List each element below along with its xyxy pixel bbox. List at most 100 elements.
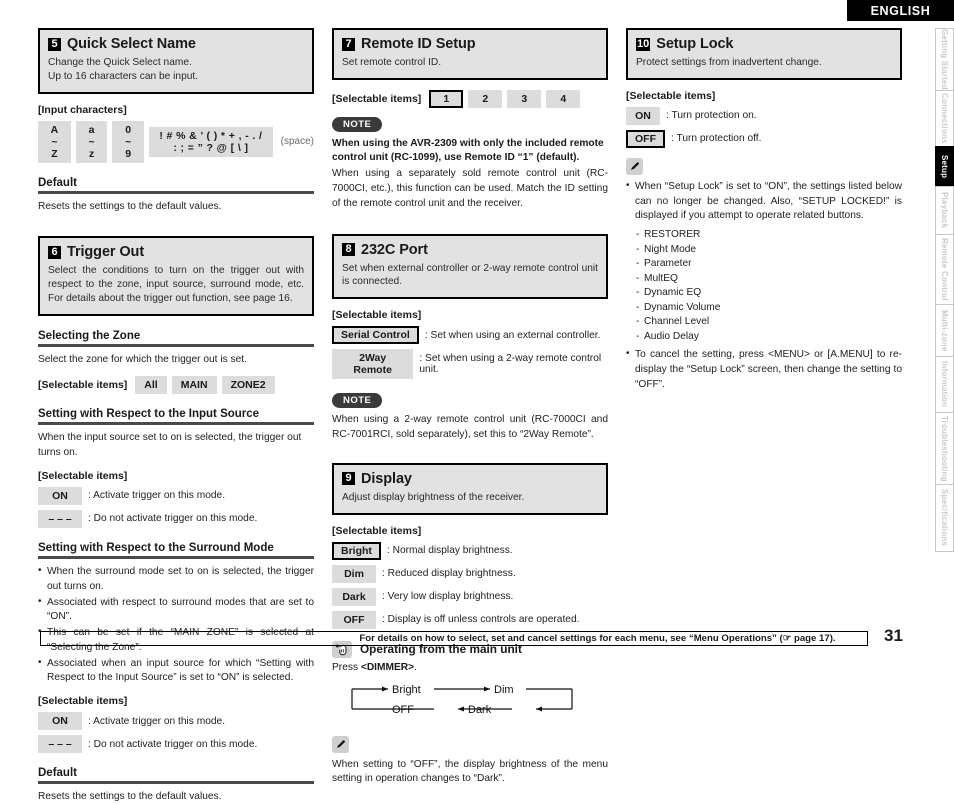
- zone-chip-main[interactable]: MAIN: [171, 376, 217, 395]
- char-chip-uppercase[interactable]: A ~ Z: [38, 120, 71, 163]
- remote-id-chip-3[interactable]: 3: [507, 89, 542, 108]
- list-item: Audio Delay: [636, 330, 902, 345]
- option-chip[interactable]: Dark: [332, 587, 376, 606]
- option-chip[interactable]: – – –: [38, 509, 82, 528]
- selecting-zone-text: Select the zone for which the trigger ou…: [38, 353, 247, 365]
- list-item: RESTORER: [636, 228, 902, 243]
- cycle-label-bright: Bright: [392, 684, 421, 696]
- surround-selectable-label: [Selectable items]: [38, 695, 128, 708]
- option-description: : Do not activate trigger on this mode.: [88, 513, 258, 525]
- tab-specifications[interactable]: Specifications: [935, 484, 954, 552]
- remote-id-chip-2[interactable]: 2: [468, 89, 503, 108]
- cycle-label-dark: Dark: [468, 704, 492, 716]
- section-heading: Display: [361, 470, 412, 487]
- press-suffix: .: [414, 661, 417, 673]
- display-memo-text: When setting to “OFF”, the display brigh…: [332, 758, 608, 785]
- description-line-2: Up to 16 characters can be input.: [48, 70, 199, 82]
- option-chip[interactable]: – – –: [38, 735, 82, 754]
- list-item: To cancel the setting, press <MENU> or […: [626, 347, 902, 392]
- section-title-row: 5 Quick Select Name: [48, 36, 304, 52]
- list-item: Associated when an input source for whic…: [38, 656, 314, 687]
- option-description: : Set when using a 2-way remote control …: [419, 353, 602, 376]
- setup-lock-cancel-note: To cancel the setting, press <MENU> or […: [626, 347, 902, 392]
- tab-label: Troubleshooting: [940, 415, 949, 482]
- setup-lock-locked-settings: RESTORER Night Mode Parameter MultEQ Dyn…: [626, 228, 902, 344]
- setup-lock-option-off: OFF : Turn protection off.: [626, 129, 902, 148]
- section-232c-port: 8 232C Port Set when external controller…: [332, 233, 608, 300]
- tab-remote-control[interactable]: Remote Control: [935, 234, 954, 304]
- port-note-body: When using a 2-way remote control unit (…: [332, 414, 608, 440]
- input-characters-row: A ~ Z a ~ z 0 ~ 9 ! # % & ’ ( ) * + , - …: [38, 120, 314, 163]
- char-chip-symbols[interactable]: ! # % & ’ ( ) * + , - . / : ; = ” ? @ [ …: [149, 126, 273, 157]
- section-title-row: 6 Trigger Out: [48, 244, 304, 260]
- tab-setup[interactable]: Setup: [935, 146, 954, 186]
- section-description: Change the Quick Select name. Up to 16 c…: [48, 56, 304, 84]
- list-item: When the surround mode set to on is sele…: [38, 564, 314, 595]
- memo-pencil-icon: [332, 735, 349, 753]
- trigger-out-default-text: Resets the settings to the default value…: [38, 791, 222, 803]
- column-right: 10 Setup Lock Protect settings from inad…: [626, 28, 912, 618]
- remote-id-chip-1[interactable]: 1: [429, 89, 464, 108]
- remote-id-note-bold: When using the AVR-2309 with only the in…: [332, 137, 604, 164]
- tab-getting-started[interactable]: Getting Started: [935, 28, 954, 90]
- surround-mode-heading: Setting with Respect to the Surround Mod…: [38, 542, 314, 559]
- option-description: : Normal display brightness.: [386, 545, 513, 557]
- option-chip[interactable]: OFF: [626, 129, 665, 148]
- manual-page: ENGLISH 5 Quick Select Name Change the Q…: [0, 0, 954, 802]
- input-source-option-on: ON : Activate trigger on this mode.: [38, 486, 314, 505]
- tab-connections[interactable]: Connections: [935, 90, 954, 146]
- option-chip[interactable]: 2Way Remote: [332, 349, 414, 380]
- tab-information[interactable]: Information: [935, 356, 954, 412]
- tab-label: Getting Started: [940, 29, 949, 90]
- section-heading: Remote ID Setup: [361, 36, 476, 52]
- surround-mode-bullets: When the surround mode set to on is sele…: [38, 564, 314, 687]
- list-item: Parameter: [636, 257, 902, 272]
- input-source-option-off: – – – : Do not activate trigger on this …: [38, 509, 314, 528]
- column-middle: 7 Remote ID Setup Set remote control ID.…: [332, 28, 618, 784]
- char-chip-lowercase[interactable]: a ~ z: [75, 120, 108, 163]
- display-option-dim: Dim : Reduced display brightness.: [332, 564, 608, 583]
- option-description: : Turn protection off.: [671, 133, 762, 145]
- option-chip[interactable]: Bright: [332, 541, 381, 560]
- space-note: (space): [280, 136, 314, 148]
- option-chip[interactable]: OFF: [332, 610, 376, 629]
- option-chip[interactable]: ON: [38, 486, 82, 505]
- option-description: : Display is off unless controls are ope…: [382, 614, 580, 626]
- display-option-bright: Bright : Normal display brightness.: [332, 541, 608, 560]
- tab-troubleshooting[interactable]: Troubleshooting: [935, 412, 954, 484]
- setup-lock-selectable-label: [Selectable items]: [626, 89, 716, 102]
- press-dimmer-line: Press <DIMMER>.: [332, 662, 608, 673]
- tab-label: Information: [940, 361, 949, 408]
- zone-chip-zone2[interactable]: ZONE2: [221, 376, 275, 395]
- zone-chip-all[interactable]: All: [135, 376, 167, 395]
- option-chip[interactable]: ON: [38, 712, 82, 731]
- dimmer-button-name: <DIMMER>: [360, 661, 415, 673]
- footer-note: For details on how to select, set and ca…: [359, 633, 836, 644]
- tab-label: Setup: [940, 154, 949, 179]
- option-chip[interactable]: ON: [626, 106, 660, 125]
- remote-id-chip-4[interactable]: 4: [546, 89, 581, 108]
- section-description: Protect settings from inadvertent change…: [636, 57, 822, 68]
- input-characters-label: [Input characters]: [38, 103, 127, 116]
- option-description: : Activate trigger on this mode.: [88, 715, 226, 727]
- list-item: Night Mode: [636, 243, 902, 258]
- port-selectable-label: [Selectable items]: [332, 309, 422, 322]
- char-chip-digits[interactable]: 0 ~ 9: [112, 120, 145, 163]
- setup-lock-memo-list: When “Setup Lock” is set to “ON”, the se…: [626, 179, 902, 224]
- tab-playback[interactable]: Playback: [935, 186, 954, 234]
- input-source-selectable-label: [Selectable items]: [38, 469, 128, 482]
- option-chip[interactable]: Dim: [332, 564, 376, 583]
- section-trigger-out: 6 Trigger Out Select the conditions to t…: [38, 236, 314, 316]
- section-display: 9 Display Adjust display brightness of t…: [332, 462, 608, 515]
- section-heading: Quick Select Name: [67, 36, 196, 52]
- input-source-text: When the input source set to on is selec…: [38, 432, 302, 459]
- section-quick-select-name: 5 Quick Select Name Change the Quick Sel…: [38, 28, 314, 94]
- tab-multi-zone[interactable]: Multi-zone: [935, 304, 954, 356]
- section-description: Set when external controller or 2-way re…: [342, 262, 598, 288]
- option-chip[interactable]: Serial Control: [332, 326, 419, 345]
- content-columns: 5 Quick Select Name Change the Quick Sel…: [38, 28, 922, 802]
- setup-lock-option-on: ON : Turn protection on.: [626, 106, 902, 125]
- surround-option-on: ON : Activate trigger on this mode.: [38, 712, 314, 731]
- remote-id-note-body: When using a separately sold remote cont…: [332, 168, 608, 209]
- cycle-label-off: OFF: [392, 704, 414, 716]
